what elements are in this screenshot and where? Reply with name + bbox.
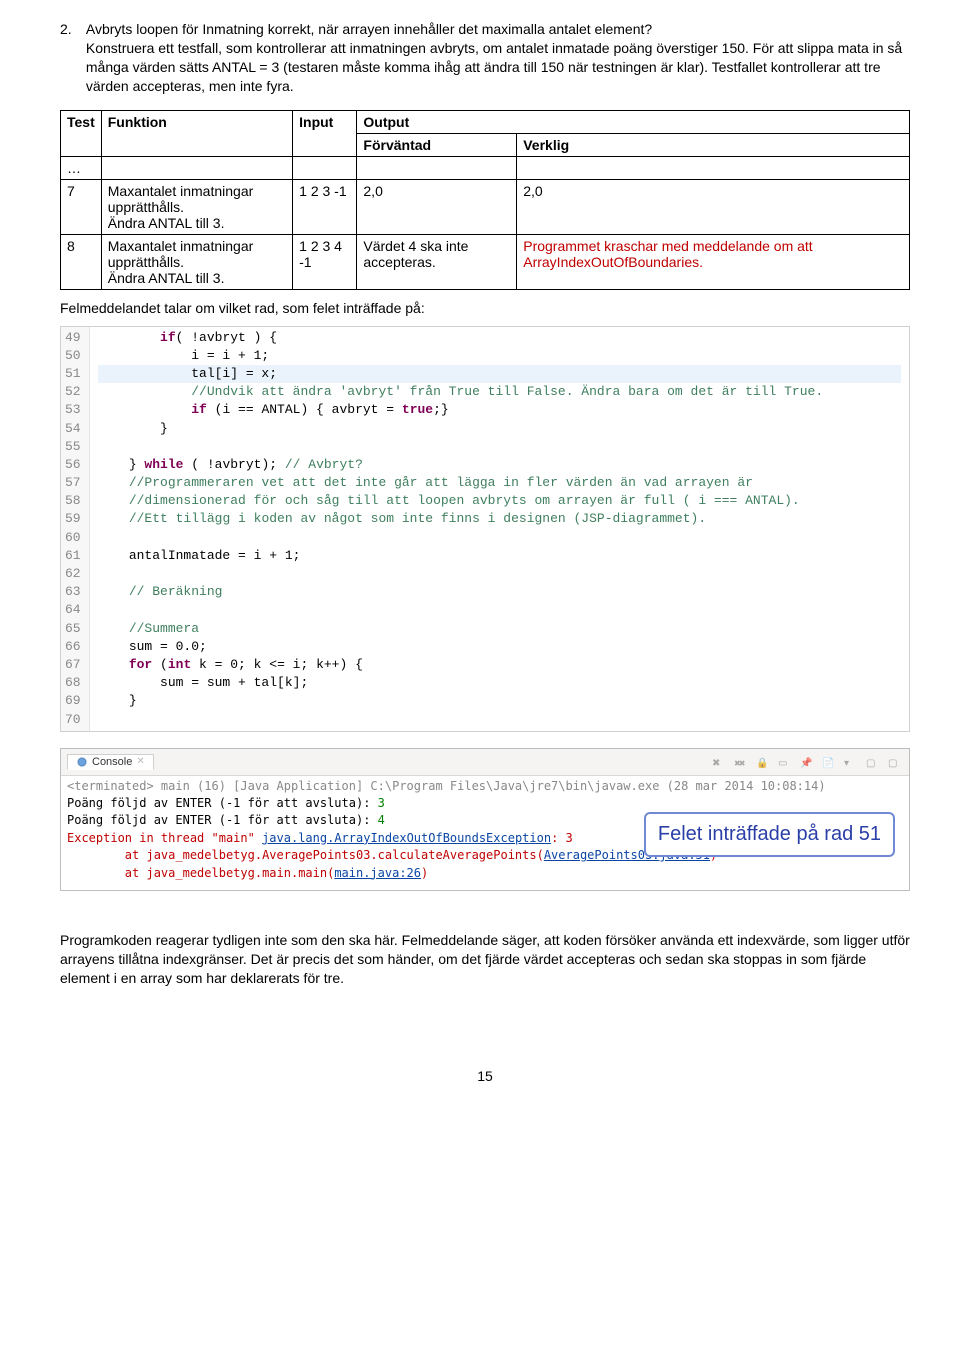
question-text: Avbryts loopen för Inmatning korrekt, nä… (86, 21, 652, 37)
line-gutter: 49 50 51 52 53 54 55 56 57 58 59 60 61 6… (61, 327, 90, 731)
display-selected-icon[interactable] (821, 754, 837, 770)
summary-paragraph: Programkoden reagerar tydligen inte som … (60, 931, 910, 988)
console-tab-label: Console (92, 756, 132, 768)
console-run-header: <terminated> main (16) [Java Application… (67, 778, 903, 795)
question-para: Konstruera ett testfall, som kontrollera… (86, 40, 902, 94)
cell-n: 7 (61, 179, 102, 234)
console-toolbar: Console ✕ (61, 749, 909, 776)
source-link[interactable]: main.java:26 (334, 866, 421, 880)
minimize-icon[interactable] (865, 754, 881, 770)
cell-n: 8 (61, 234, 102, 289)
pin-console-icon[interactable] (799, 754, 815, 770)
maximize-icon[interactable] (887, 754, 903, 770)
cell-verk: Programmet kraschar med meddelande om at… (517, 234, 910, 289)
test-table: Test Funktion Input Output Förväntad Ver… (60, 110, 910, 290)
scroll-lock-icon[interactable] (755, 754, 771, 770)
console-icon (76, 756, 88, 768)
list-number: 2. (60, 20, 82, 39)
th-input: Input (293, 110, 357, 156)
table-row: 7 Maxantalet inmatningar upprätthålls. Ä… (61, 179, 910, 234)
cell-input: 1 2 3 4 -1 (293, 234, 357, 289)
cell-verk: 2,0 (517, 179, 910, 234)
cell-forv: Värdet 4 ska inte accepteras. (357, 234, 517, 289)
console-tab[interactable]: Console ✕ (67, 754, 154, 770)
error-intro: Felmeddelandet talar om vilket rad, som … (60, 300, 910, 316)
th-test: Test (61, 110, 102, 156)
th-verklig: Verklig (517, 133, 910, 156)
prompt-label: Poäng följd av ENTER (-1 för att avsluta… (67, 796, 378, 810)
prompt-label: Poäng följd av ENTER (-1 för att avsluta… (67, 813, 378, 827)
th-forvantad: Förväntad (357, 133, 517, 156)
user-input: 3 (378, 796, 385, 810)
cell-funk: Maxantalet inmatningar upprätthålls. Änd… (101, 234, 292, 289)
cell-ellipsis: … (61, 156, 102, 179)
clear-console-icon[interactable] (777, 754, 793, 770)
page-number: 15 (60, 1068, 910, 1084)
remove-launch-icon[interactable] (711, 754, 727, 770)
open-console-dropdown-icon[interactable] (843, 754, 859, 770)
tab-close-icon[interactable]: ✕ (136, 756, 144, 767)
console-panel: Console ✕ <terminated> main (16) [Java A… (60, 748, 910, 891)
user-input: 4 (378, 813, 385, 827)
question-item: 2. Avbryts loopen för Inmatning korrekt,… (60, 20, 910, 96)
cell-forv: 2,0 (357, 179, 517, 234)
exception-class-link[interactable]: java.lang.ArrayIndexOutOfBoundsException (262, 831, 551, 845)
remove-all-icon[interactable] (733, 754, 749, 770)
code-lines: if( !avbryt ) { i = i + 1; tal[i] = x; /… (90, 327, 909, 731)
stack-frame: at java_medelbetyg.main.main(main.java:2… (67, 865, 903, 882)
table-row: 8 Maxantalet inmatningar upprätthålls. Ä… (61, 234, 910, 289)
annotation-callout: Felet inträffade på rad 51 (644, 812, 895, 857)
cell-input: 1 2 3 -1 (293, 179, 357, 234)
th-funktion: Funktion (101, 110, 292, 156)
console-body: <terminated> main (16) [Java Application… (61, 776, 909, 890)
table-row-ellipsis: … (61, 156, 910, 179)
code-editor: 49 50 51 52 53 54 55 56 57 58 59 60 61 6… (60, 326, 910, 732)
cell-funk: Maxantalet inmatningar upprätthålls. Änd… (101, 179, 292, 234)
th-output: Output (357, 110, 910, 133)
